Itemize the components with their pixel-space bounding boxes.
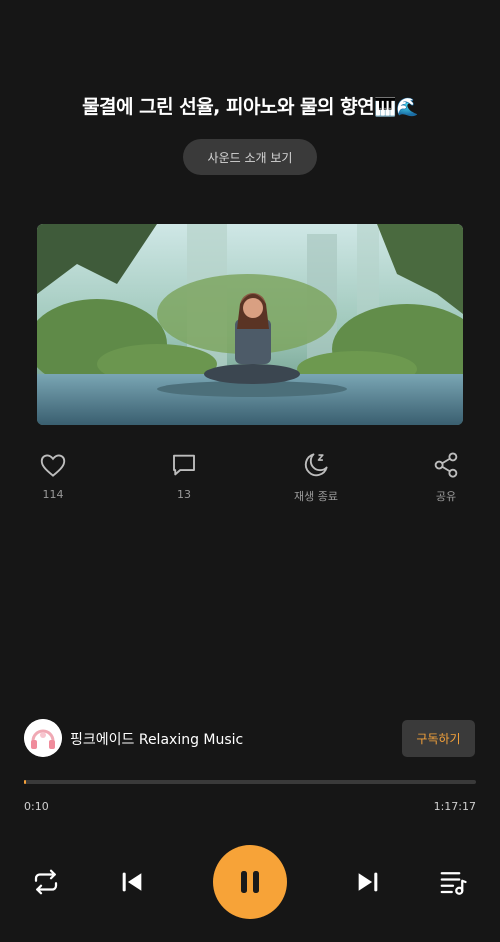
pause-button[interactable] xyxy=(213,845,287,919)
total-time: 1:17:17 xyxy=(433,800,476,813)
track-title: 물결에 그린 선율, 피아노와 물의 향연🎹🌊 xyxy=(0,92,500,119)
moon-zz-icon xyxy=(304,453,328,477)
share-action[interactable]: 공유 xyxy=(406,450,486,504)
skip-next-icon xyxy=(358,872,378,892)
comment-action[interactable]: 13 xyxy=(144,450,224,501)
repeat-icon xyxy=(34,869,58,895)
heart-icon xyxy=(40,454,66,477)
current-time: 0:10 xyxy=(24,800,49,813)
like-count: 114 xyxy=(42,488,64,501)
playlist-icon xyxy=(440,872,467,895)
like-action[interactable]: 114 xyxy=(13,450,93,501)
progress-fill xyxy=(24,780,27,784)
channel-name[interactable]: 핑크에이드 Relaxing Music xyxy=(70,729,243,749)
sleep-timer-label: 재생 종료 xyxy=(294,490,338,503)
previous-button[interactable] xyxy=(116,866,148,898)
share-label: 공유 xyxy=(435,490,457,503)
repeat-button[interactable] xyxy=(30,866,62,898)
channel-avatar[interactable] xyxy=(24,719,62,757)
next-button[interactable] xyxy=(352,866,384,898)
subscribe-button[interactable]: 구독하기 xyxy=(402,720,475,757)
track-title-emoji: 🎹🌊 xyxy=(374,97,418,118)
action-bar: 114 13 재생 종료 공유 xyxy=(0,450,500,510)
pause-icon xyxy=(241,871,259,893)
cover-artwork xyxy=(37,224,463,425)
comment-count: 13 xyxy=(177,488,191,501)
sound-intro-button[interactable]: 사운드 소개 보기 xyxy=(183,139,317,175)
track-title-text: 물결에 그린 선율, 피아노와 물의 향연 xyxy=(82,96,375,118)
progress-bar[interactable] xyxy=(24,780,476,784)
channel-row: 핑크에이드 Relaxing Music 구독하기 xyxy=(24,719,476,759)
playlist-button[interactable] xyxy=(437,866,469,898)
share-icon xyxy=(434,452,458,478)
chat-bubble-icon xyxy=(173,454,195,476)
skip-previous-icon xyxy=(122,872,142,892)
sleep-timer-action[interactable]: 재생 종료 xyxy=(276,450,356,504)
headphones-logo-icon xyxy=(24,719,62,757)
